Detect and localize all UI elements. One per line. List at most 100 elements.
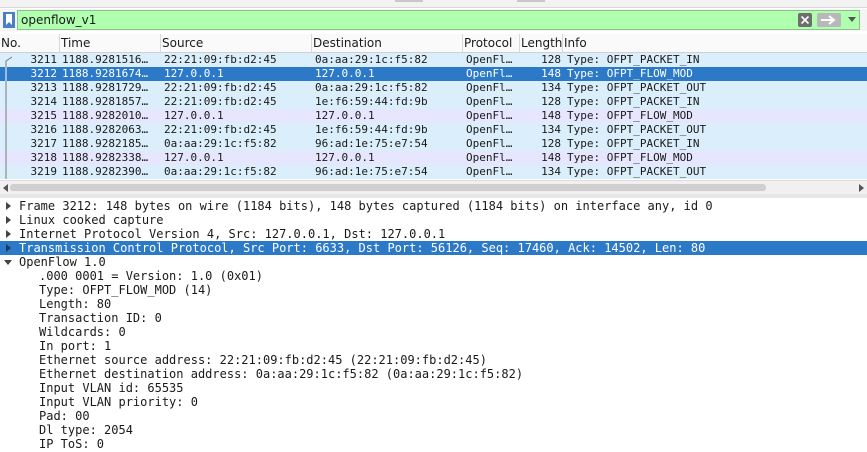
triangle-right-icon[interactable] xyxy=(3,241,13,255)
column-header-length[interactable]: Length xyxy=(520,34,563,53)
packet-no: 3219 xyxy=(30,165,58,178)
column-header-destination[interactable]: Destination xyxy=(312,34,463,53)
tree-field[interactable]: Input VLAN priority: 0 xyxy=(0,395,867,409)
packet-length: 148 xyxy=(541,67,561,80)
packet-time: 1188.9281674… xyxy=(62,67,149,80)
tree-field[interactable]: Pad: 00 xyxy=(0,409,867,423)
tree-item-frame[interactable]: Frame 3212: 148 bytes on wire (1184 bits… xyxy=(0,199,867,213)
packet-protocol: OpenFl… xyxy=(466,81,513,94)
packet-destination: 127.0.0.1 xyxy=(315,109,375,122)
packet-length: 134 xyxy=(541,81,561,94)
column-header-time[interactable]: Time xyxy=(60,34,161,53)
column-header-no[interactable]: No. xyxy=(0,34,60,53)
packet-protocol: OpenFl… xyxy=(466,151,513,164)
packet-protocol: OpenFl… xyxy=(466,67,513,80)
triangle-right-icon[interactable] xyxy=(3,213,13,227)
packet-length: 148 xyxy=(541,151,561,164)
tree-field[interactable]: Length: 80 xyxy=(0,297,867,311)
packet-list-header: No. Time Source Destination Protocol Len… xyxy=(0,34,867,53)
packet-no: 3216 xyxy=(30,123,58,136)
tree-item-linux-cooked-capture[interactable]: Linux cooked capture xyxy=(0,213,867,227)
scrollbar-thumb[interactable] xyxy=(10,184,766,191)
packet-row[interactable]: 3218 1188.9282338… 127.0.0.1 127.0.0.1 O… xyxy=(0,151,867,165)
packet-length: 148 xyxy=(541,109,561,122)
packet-row[interactable]: 3211 1188.9281516… 22:21:09:fb:d2:45 0a:… xyxy=(0,53,867,67)
packet-no: 3214 xyxy=(30,95,58,108)
packet-protocol: OpenFl… xyxy=(466,109,513,122)
packet-protocol: OpenFl… xyxy=(466,137,513,150)
tree-field[interactable]: IP ToS: 0 xyxy=(0,437,867,451)
triangle-down-icon[interactable] xyxy=(3,255,13,269)
tree-field[interactable]: In port: 1 xyxy=(0,339,867,353)
packet-row[interactable]: 3216 1188.9282063… 22:21:09:fb:d2:45 1e:… xyxy=(0,123,867,137)
tree-field-label: In port: 1 xyxy=(39,339,112,353)
packet-destination: 96:ad:1e:75:e7:54 xyxy=(315,165,428,178)
packet-time: 1188.9281857… xyxy=(62,95,149,108)
tree-field-label: Input VLAN id: 65535 xyxy=(39,381,184,395)
bookmark-icon[interactable] xyxy=(1,10,17,30)
packet-length: 134 xyxy=(541,165,561,178)
packet-destination: 0a:aa:29:1c:f5:82 xyxy=(315,81,428,94)
packet-no: 3217 xyxy=(30,137,58,150)
tree-field-label: Ethernet destination address: 0a:aa:29:1… xyxy=(39,367,524,381)
tree-field-label: Type: OFPT_FLOW_MOD (14) xyxy=(39,283,213,297)
tree-field[interactable]: Ethernet destination address: 0a:aa:29:1… xyxy=(0,367,867,381)
tree-field[interactable]: .000 0001 = Version: 1.0 (0x01) xyxy=(0,269,867,283)
chevron-down-icon[interactable] xyxy=(846,12,858,28)
packet-no: 3218 xyxy=(30,151,58,164)
tree-item-tcp[interactable]: Transmission Control Protocol, Src Port:… xyxy=(0,241,867,255)
packet-no: 3212 xyxy=(30,67,58,80)
scroll-right-icon[interactable] xyxy=(857,182,867,194)
toolbar-strip xyxy=(0,0,867,8)
packet-row[interactable]: 3214 1188.9281857… 22:21:09:fb:d2:45 1e:… xyxy=(0,95,867,109)
tree-field-label: IP ToS: 0 xyxy=(39,437,105,451)
tree-field[interactable]: Wildcards: 0 xyxy=(0,325,867,339)
tree-field[interactable]: Ethernet source address: 22:21:09:fb:d2:… xyxy=(0,353,867,367)
packet-row-selected[interactable]: 3212 1188.9281674… 127.0.0.1 127.0.0.1 O… xyxy=(0,67,867,81)
toolbar-handle xyxy=(517,0,545,2)
packet-time: 1188.9282390… xyxy=(62,165,149,178)
toolbar-handle xyxy=(395,0,423,2)
tree-field-label: Wildcards: 0 xyxy=(39,325,126,339)
column-header-source[interactable]: Source xyxy=(161,34,312,53)
packet-info: Type: OFPT_FLOW_MOD xyxy=(567,109,693,122)
packet-time: 1188.9282063… xyxy=(62,123,149,136)
packet-info: Type: OFPT_PACKET_IN xyxy=(567,137,700,150)
tree-field-label: .000 0001 = Version: 1.0 (0x01) xyxy=(39,269,263,283)
packet-row[interactable]: 3215 1188.9282010… 127.0.0.1 127.0.0.1 O… xyxy=(0,109,867,123)
pane-splitter[interactable] xyxy=(0,194,867,198)
packet-protocol: OpenFl… xyxy=(466,165,513,178)
column-header-protocol[interactable]: Protocol xyxy=(463,34,520,53)
scroll-left-icon[interactable] xyxy=(0,182,10,194)
packet-destination: 1e:f6:59:44:fd:9b xyxy=(315,95,428,108)
packet-length: 128 xyxy=(541,95,561,108)
tree-field[interactable]: Dl type: 2054 xyxy=(0,423,867,437)
tree-item-label: Linux cooked capture xyxy=(19,213,164,227)
tree-item-openflow[interactable]: OpenFlow 1.0 xyxy=(0,255,867,269)
display-filter-bar xyxy=(0,9,867,31)
packet-list-horizontal-scrollbar[interactable] xyxy=(0,180,867,194)
packet-source: 22:21:09:fb:d2:45 xyxy=(164,95,277,108)
tree-field[interactable]: Transaction ID: 0 xyxy=(0,311,867,325)
tree-field-label: Transaction ID: 0 xyxy=(39,311,162,325)
tree-field[interactable]: Type: OFPT_FLOW_MOD (14) xyxy=(0,283,867,297)
packet-info: Type: OFPT_PACKET_OUT xyxy=(567,123,707,136)
packet-row[interactable]: 3213 1188.9281729… 22:21:09:fb:d2:45 0a:… xyxy=(0,81,867,95)
triangle-right-icon[interactable] xyxy=(3,199,13,213)
packet-info: Type: OFPT_PACKET_OUT xyxy=(567,165,707,178)
packet-row[interactable]: 3219 1188.9282390… 0a:aa:29:1c:f5:82 96:… xyxy=(0,165,867,179)
tree-item-ipv4[interactable]: Internet Protocol Version 4, Src: 127.0.… xyxy=(0,227,867,241)
tree-field[interactable]: Input VLAN id: 65535 xyxy=(0,381,867,395)
column-header-info[interactable]: Info xyxy=(563,34,867,53)
arrow-right-icon[interactable] xyxy=(816,12,842,28)
packet-row[interactable]: 3217 1188.9282185… 0a:aa:29:1c:f5:82 96:… xyxy=(0,137,867,151)
clear-icon[interactable] xyxy=(798,13,812,27)
packet-destination: 1e:f6:59:44:fd:9b xyxy=(315,123,428,136)
packet-source: 0a:aa:29:1c:f5:82 xyxy=(164,137,277,150)
packet-protocol: OpenFl… xyxy=(466,95,513,108)
triangle-right-icon[interactable] xyxy=(3,227,13,241)
packet-length: 134 xyxy=(541,123,561,136)
packet-time: 1188.9282185… xyxy=(62,137,149,150)
display-filter-input[interactable] xyxy=(21,11,781,29)
display-filter-field[interactable] xyxy=(17,10,860,30)
